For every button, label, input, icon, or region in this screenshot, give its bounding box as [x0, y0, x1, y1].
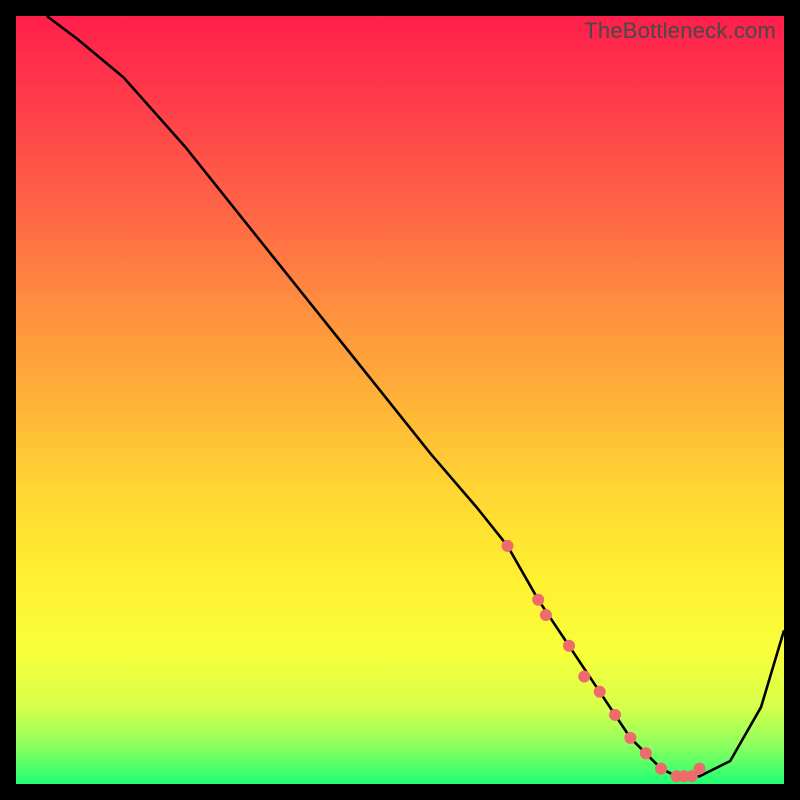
highlight-dot [540, 609, 552, 621]
highlight-dot [532, 594, 544, 606]
highlight-dot [655, 763, 667, 775]
bottleneck-curve [47, 16, 784, 776]
highlight-dot [624, 732, 636, 744]
highlight-dot [594, 686, 606, 698]
highlight-dot [640, 747, 652, 759]
plot-area: TheBottleneck.com [16, 16, 784, 784]
watermark-text: TheBottleneck.com [584, 18, 776, 44]
highlight-dot [563, 640, 575, 652]
chart-container: TheBottleneck.com [0, 0, 800, 800]
highlight-dot [694, 763, 706, 775]
highlight-dot [578, 671, 590, 683]
highlight-dot [609, 709, 621, 721]
curve-overlay [16, 16, 784, 784]
highlight-dot [502, 540, 514, 552]
